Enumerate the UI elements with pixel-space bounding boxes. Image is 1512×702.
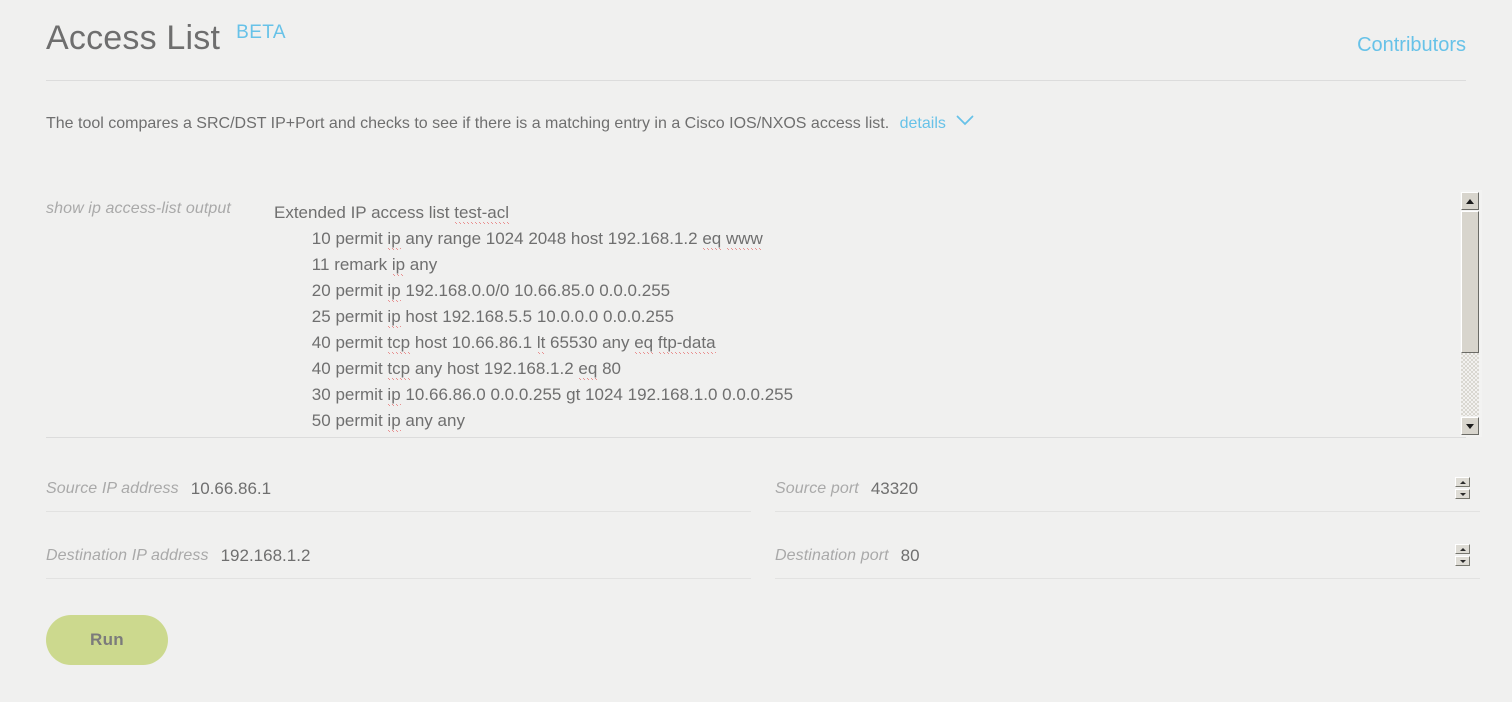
- acl-input-label: show ip access-list output: [46, 200, 231, 217]
- acl-line: 50 permit ip any any: [311, 411, 465, 432]
- scroll-up-arrow-icon[interactable]: [1461, 192, 1479, 210]
- acl-scrollbar-track[interactable]: [1461, 211, 1479, 416]
- acl-line: 30 permit ip 10.66.86.0 0.0.0.255 gt 102…: [311, 385, 794, 406]
- chevron-down-icon: [956, 110, 974, 134]
- details-link[interactable]: details: [900, 115, 975, 132]
- details-link-label: details: [899, 115, 946, 133]
- source-port-value: 43320: [870, 478, 919, 498]
- tool-description-text: The tool compares a SRC/DST IP+Port and …: [46, 115, 890, 133]
- acl-scrollbar[interactable]: [1460, 190, 1482, 437]
- beta-badge: BETA: [236, 22, 286, 43]
- tool-description: The tool compares a SRC/DST IP+Port and …: [46, 112, 974, 136]
- acl-line: 11 remark ip any: [311, 255, 438, 276]
- source-ip-field[interactable]: Source IP address 10.66.86.1: [46, 466, 751, 512]
- scroll-down-arrow-icon[interactable]: [1461, 417, 1479, 435]
- destination-port-stepper[interactable]: [1455, 544, 1470, 566]
- destination-port-field[interactable]: Destination port 80: [775, 533, 1480, 579]
- acl-bottom-divider: [46, 437, 1466, 438]
- header-divider: [46, 80, 1466, 81]
- acl-line: 40 permit tcp any host 192.168.1.2 eq 80: [311, 359, 621, 380]
- destination-port-value: 80: [900, 545, 920, 565]
- acl-line: 20 permit ip 192.168.0.0/0 10.66.85.0 0.…: [311, 281, 671, 302]
- acl-line: 40 permit tcp host 10.66.86.1 lt 65530 a…: [311, 333, 716, 354]
- acl-line: Extended IP access list test-acl: [274, 203, 510, 224]
- contributors-link[interactable]: Contributors: [1357, 25, 1466, 65]
- destination-port-label: Destination port: [775, 546, 889, 564]
- source-port-label: Source port: [775, 479, 859, 497]
- acl-input-block: show ip access-list output Extended IP a…: [46, 190, 1482, 437]
- source-port-stepper[interactable]: [1455, 477, 1470, 499]
- destination-ip-value: 192.168.1.2: [220, 545, 311, 565]
- destination-ip-field[interactable]: Destination IP address 192.168.1.2: [46, 533, 751, 579]
- spinner-down-icon[interactable]: [1455, 489, 1470, 499]
- acl-line: 25 permit ip host 192.168.5.5 10.0.0.0 0…: [311, 307, 674, 328]
- spinner-down-icon[interactable]: [1455, 556, 1470, 566]
- source-ip-label: Source IP address: [46, 479, 179, 497]
- acl-scrollbar-thumb[interactable]: [1461, 211, 1479, 354]
- source-port-field[interactable]: Source port 43320: [775, 466, 1480, 512]
- acl-textarea[interactable]: Extended IP access list test-acl 10 perm…: [274, 190, 1459, 437]
- page-header: Access List BETA Contributors: [46, 18, 1466, 80]
- page-title: Access List: [46, 19, 221, 57]
- spinner-up-icon[interactable]: [1455, 544, 1470, 554]
- acl-line: 10 permit ip any range 1024 2048 host 19…: [311, 229, 763, 250]
- access-list-page: Access List BETA Contributors The tool c…: [0, 0, 1512, 702]
- destination-ip-label: Destination IP address: [46, 546, 209, 564]
- spinner-up-icon[interactable]: [1455, 477, 1470, 487]
- title-group: Access List BETA: [46, 18, 286, 58]
- run-button[interactable]: Run: [46, 615, 168, 665]
- source-ip-value: 10.66.86.1: [190, 478, 272, 498]
